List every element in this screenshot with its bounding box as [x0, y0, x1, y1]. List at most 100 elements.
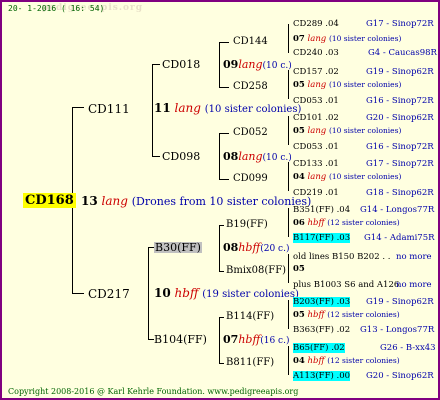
gen4-origin: G18 - Sinop62R: [366, 188, 434, 198]
root-note: (Drones from 10 sister colonies): [131, 195, 312, 208]
gen3-id[interactable]: CD144: [233, 37, 268, 47]
race: lang: [307, 126, 327, 136]
gen4-origin: no more: [396, 280, 432, 290]
gen4-row[interactable]: CD053 .01: [293, 143, 339, 152]
gen4-id: CD101 .02: [293, 113, 339, 123]
tree-line: [219, 271, 224, 272]
gen2-info: 07hbff(16 c.): [223, 334, 289, 346]
gen3-id[interactable]: B811(FF): [226, 358, 274, 368]
gen2-info: 09lang(10 c.): [223, 59, 292, 71]
gen4-row[interactable]: CD133 .01: [293, 160, 339, 169]
date-header: 20- 1-2016 ( 16: 54): [8, 4, 105, 13]
gen4-id: CD053 .01: [293, 96, 339, 106]
note: (12 sister colonies): [327, 310, 400, 319]
pedigree-frame: pedigreeapis.org 20- 1-2016 ( 16: 54) CD…: [0, 0, 440, 400]
gen4-row[interactable]: CD101 .02: [293, 114, 339, 123]
gen4-row[interactable]: CD240 .03: [293, 49, 339, 58]
tree-line: [219, 179, 229, 180]
gen3-info: 07 lang (10 sister colonies): [293, 35, 401, 44]
tree-line: [219, 42, 220, 87]
gen4-id: B117(FF) .03: [293, 233, 351, 243]
gen4-row[interactable]: plus B1003 S6 and A126: [293, 281, 399, 290]
tree-line: [288, 70, 289, 99]
gen2-id[interactable]: CD018: [162, 59, 200, 70]
gen4-origin: G20 - Sinop62R: [366, 113, 434, 123]
num: 09: [223, 58, 239, 71]
gen3-id[interactable]: CD052: [233, 128, 268, 138]
race: hbff: [238, 241, 261, 254]
mother-id[interactable]: CD111: [88, 103, 130, 115]
tree-line: [219, 317, 220, 363]
num: 08: [223, 150, 239, 163]
race: lang: [307, 34, 327, 44]
gen3-id[interactable]: CD258: [233, 82, 268, 92]
root-queen-id[interactable]: CD168: [23, 193, 76, 208]
tree-line: [152, 156, 160, 157]
gen4-id: old lines B150 B202 . .: [293, 252, 391, 262]
gen2-id[interactable]: B30(FF): [154, 242, 202, 253]
tree-line: [288, 300, 289, 329]
race: hbff: [174, 286, 199, 300]
gen4-origin: G17 - Sinop72R: [366, 19, 434, 29]
tree-line: [288, 116, 289, 145]
tree-line: [288, 24, 289, 53]
note: (19 sister colonies): [202, 289, 299, 300]
num: 11: [154, 101, 171, 115]
gen4-origin: G16 - Sinop72R: [366, 96, 434, 106]
gen4-row[interactable]: B65(FF) .02: [293, 343, 345, 353]
gen3-id[interactable]: B114(FF): [226, 312, 274, 322]
tree-line: [152, 64, 153, 156]
gen2-id[interactable]: CD098: [162, 151, 200, 162]
gen4-origin: G4 - Caucas98R: [368, 48, 437, 58]
note: (10 c.): [262, 153, 292, 163]
tree-line: [219, 133, 220, 179]
gen4-id: CD053 .01: [293, 142, 339, 152]
tree-line: [219, 225, 220, 271]
gen4-row[interactable]: CD219 .01: [293, 189, 339, 198]
gen4-row[interactable]: B363(FF) .02: [293, 326, 350, 335]
gen4-row[interactable]: CD157 .02: [293, 68, 339, 77]
num: 05: [293, 126, 305, 136]
gen2-id[interactable]: B104(FF): [154, 334, 207, 345]
race: lang: [307, 172, 327, 182]
note: (16 c.): [260, 336, 290, 346]
root-num: 13: [81, 194, 98, 208]
gen4-row[interactable]: CD289 .04: [293, 20, 339, 29]
gen3-info: 05 lang (10 sister colonies): [293, 81, 401, 90]
gen3-id[interactable]: B19(FF): [226, 220, 268, 230]
gen3-id[interactable]: CD099: [233, 174, 268, 184]
gen4-id: B203(FF) .03: [293, 297, 351, 307]
root-race: lang: [101, 194, 128, 208]
race: lang: [174, 101, 201, 115]
tree-line: [219, 133, 229, 134]
num: 04: [293, 356, 305, 366]
gen4-origin: G14 - Longos77R: [360, 205, 435, 215]
gen4-origin: G14 - Adami75R: [364, 233, 435, 243]
gen4-row[interactable]: CD053 .01: [293, 97, 339, 106]
tree-line: [219, 363, 224, 364]
father-id[interactable]: CD217: [88, 288, 130, 300]
gen3-id[interactable]: Bmix08(FF): [226, 266, 286, 276]
race: lang: [238, 150, 263, 163]
num: 05: [293, 310, 305, 320]
gen4-row[interactable]: B203(FF) .03: [293, 297, 351, 307]
num: 05: [293, 264, 305, 274]
gen4-row[interactable]: old lines B150 B202 . .: [293, 253, 390, 262]
tree-line: [219, 42, 229, 43]
tree-line: [288, 162, 289, 191]
race: hbff: [307, 356, 325, 366]
race: hbff: [307, 218, 325, 228]
gen4-id: CD133 .01: [293, 159, 339, 169]
race: hbff: [307, 310, 325, 320]
note: (10 sister colonies): [328, 80, 402, 89]
gen4-id: CD219 .01: [293, 188, 339, 198]
father-drone-info: 10 hbff (19 sister colonies): [154, 287, 299, 300]
gen4-origin: G20 - Sinop62R: [366, 371, 434, 381]
gen4-id: CD289 .04: [293, 19, 339, 29]
gen4-origin: G19 - Sinop62R: [366, 67, 434, 77]
gen3-info: 05 lang (10 sister colonies): [293, 127, 401, 136]
gen4-row[interactable]: B351(FF) .04: [293, 206, 350, 215]
gen4-row[interactable]: A113(FF) .00: [293, 371, 351, 381]
num: 07: [293, 34, 305, 44]
gen4-row[interactable]: B117(FF) .03: [293, 233, 351, 243]
